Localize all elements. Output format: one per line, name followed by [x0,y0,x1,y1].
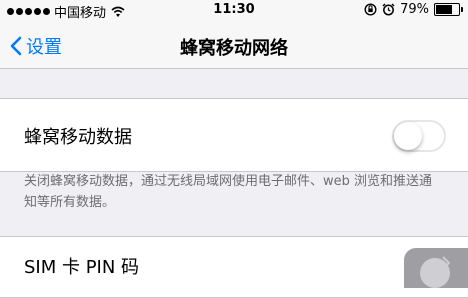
sim-pin-row[interactable]: SIM 卡 PIN 码 [0,236,468,298]
lock-rotation-icon [364,3,377,16]
sim-pin-label: SIM 卡 PIN 码 [24,257,140,278]
status-bar: 中国移动 11:30 79% [0,0,468,22]
toggle-knob [394,122,422,150]
battery-percent: 79% [400,2,429,17]
battery-icon [434,3,463,16]
cellular-data-toggle[interactable] [392,120,446,152]
cellular-data-footnote: 关闭蜂窝移动数据，通过无线局域网使用电子邮件、web 浏览和推送通知等所有数据。 [24,174,433,210]
cellular-data-row: 蜂窝移动数据 [0,98,468,172]
navigation-bar: 设置 蜂窝移动网络 [0,22,468,69]
page-title: 蜂窝移动网络 [180,38,288,59]
disclosure-chevron-icon [442,256,450,270]
assistive-touch-button[interactable] [404,248,468,288]
alarm-icon [382,3,395,16]
status-right: 79% [364,2,463,17]
cellular-data-label: 蜂窝移动数据 [24,127,132,148]
